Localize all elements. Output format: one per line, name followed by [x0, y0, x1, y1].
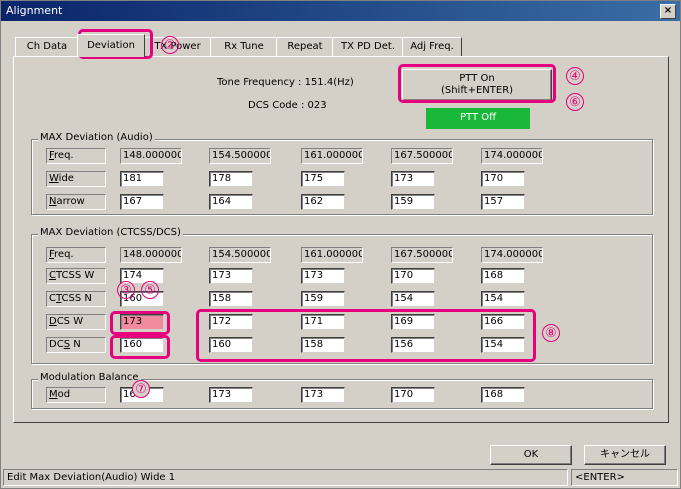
- dcs-n-row-label: DCS N: [46, 337, 106, 353]
- mod-input[interactable]: 170: [391, 387, 435, 403]
- audio-wide-input[interactable]: 170: [481, 171, 525, 187]
- ctcss-group-title: MAX Deviation (CTCSS/DCS): [38, 227, 183, 238]
- ctcss-n-input[interactable]: 158: [209, 291, 253, 307]
- alignment-window: Alignment × Ch Data Deviation TX Power R…: [0, 0, 681, 489]
- tab-ch-data[interactable]: Ch Data: [15, 37, 79, 56]
- tab-adj-freq[interactable]: Adj Freq.: [402, 37, 462, 56]
- audio-deviation-group: MAX Deviation (Audio) Freq. 148.000000 1…: [31, 132, 653, 215]
- status-message: Edit Max Deviation(Audio) Wide 1: [3, 469, 568, 486]
- freq-cell: 161.000000: [301, 247, 363, 263]
- freq-cell: 174.000000: [481, 148, 543, 164]
- ctcss-n-input[interactable]: 159: [301, 291, 345, 307]
- mod-input[interactable]: 173: [209, 387, 253, 403]
- callout-number-6: ⑥: [566, 93, 584, 111]
- status-bar: Edit Max Deviation(Audio) Wide 1 <ENTER>: [3, 469, 678, 487]
- ctcss-n-input[interactable]: 154: [481, 291, 525, 307]
- tab-deviation[interactable]: Deviation: [77, 34, 145, 57]
- freq-row-label: Freq.: [46, 247, 106, 263]
- audio-narrow-input[interactable]: 162: [301, 194, 345, 210]
- freq-cell: 167.500000: [391, 148, 453, 164]
- ctcss-w-input[interactable]: 173: [209, 268, 253, 284]
- modulation-group-title: Modulation Balance: [38, 372, 141, 383]
- callout-number-7: ⑦: [132, 380, 150, 398]
- callout-number-8: ⑧: [542, 324, 560, 342]
- wide-row-label: Wide: [46, 171, 106, 187]
- tone-frequency-label: Tone Frequency : 151.4(Hz): [217, 77, 354, 88]
- audio-wide-input[interactable]: 178: [209, 171, 253, 187]
- title-bar[interactable]: Alignment ×: [1, 1, 680, 21]
- freq-cell: 154.500000: [209, 148, 271, 164]
- tab-repeat[interactable]: Repeat: [276, 37, 334, 56]
- callout-box-dcs-n: [110, 335, 170, 359]
- ctcss-w-input[interactable]: 170: [391, 268, 435, 284]
- status-key: <ENTER>: [571, 469, 678, 486]
- freq-cell: 167.500000: [391, 247, 453, 263]
- ptt-status-indicator: PTT Off: [426, 108, 530, 129]
- callout-box-dcs-w: [110, 311, 170, 335]
- callout-number-2: ②: [161, 36, 179, 54]
- ok-button[interactable]: OK: [490, 445, 572, 465]
- audio-wide-input[interactable]: 173: [391, 171, 435, 187]
- mod-row-label: Mod: [46, 387, 106, 403]
- dcs-code-label: DCS Code : 023: [248, 100, 327, 111]
- audio-narrow-input[interactable]: 164: [209, 194, 253, 210]
- narrow-row-label: Narrow: [46, 194, 106, 210]
- mod-input[interactable]: 168: [481, 387, 525, 403]
- ctcss-n-row-label: CTCSS N: [46, 291, 106, 307]
- freq-row-label: Freq.: [46, 148, 106, 164]
- audio-wide-input[interactable]: 181: [120, 171, 164, 187]
- audio-narrow-input[interactable]: 157: [481, 194, 525, 210]
- deviation-panel: Tone Frequency : 151.4(Hz) DCS Code : 02…: [13, 56, 669, 423]
- callout-box-dcs-row: [196, 309, 536, 362]
- callout-box-ptt-button: [398, 64, 556, 103]
- freq-cell: 148.000000: [120, 148, 182, 164]
- tab-rx-tune[interactable]: Rx Tune: [210, 37, 278, 56]
- cancel-button[interactable]: キャンセル: [584, 445, 666, 465]
- ctcss-w-row-label: CTCSS W: [46, 268, 106, 284]
- ctcss-w-input[interactable]: 168: [481, 268, 525, 284]
- freq-cell: 174.000000: [481, 247, 543, 263]
- tab-tx-pd-det[interactable]: TX PD Det.: [332, 37, 404, 56]
- close-icon[interactable]: ×: [660, 4, 676, 19]
- mod-input[interactable]: 173: [301, 387, 345, 403]
- callout-number-4: ④: [566, 67, 584, 85]
- audio-narrow-input[interactable]: 159: [391, 194, 435, 210]
- dcs-w-row-label: DCS W: [46, 314, 106, 330]
- freq-cell: 161.000000: [301, 148, 363, 164]
- callout-number-5: ⑤: [141, 281, 159, 299]
- audio-narrow-input[interactable]: 167: [120, 194, 164, 210]
- modulation-balance-group: Modulation Balance Mod 169 173 173 170 1…: [31, 372, 653, 409]
- freq-cell: 148.000000: [120, 247, 182, 263]
- callout-number-3: ③: [117, 281, 135, 299]
- audio-group-title: MAX Deviation (Audio): [38, 132, 155, 143]
- audio-wide-input[interactable]: 175: [301, 171, 345, 187]
- window-title: Alignment: [6, 4, 63, 17]
- ctcss-w-input[interactable]: 173: [301, 268, 345, 284]
- freq-cell: 154.500000: [209, 247, 271, 263]
- ctcss-n-input[interactable]: 154: [391, 291, 435, 307]
